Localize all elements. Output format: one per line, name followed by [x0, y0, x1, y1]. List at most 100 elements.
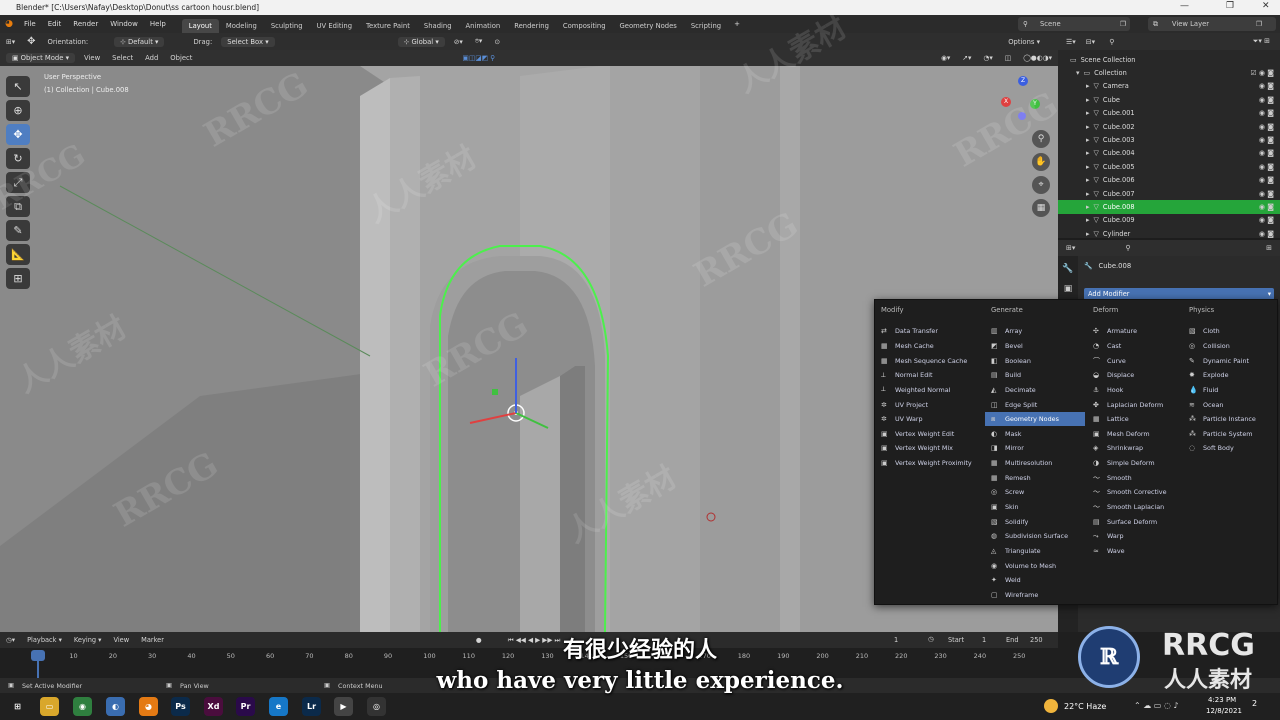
- select-menu[interactable]: Select: [106, 54, 139, 62]
- modifier-displace[interactable]: ◒ Displace: [1087, 368, 1181, 383]
- gizmo-z[interactable]: Z: [1018, 76, 1028, 86]
- proportional-icon[interactable]: ⊙: [488, 38, 506, 46]
- add-menu[interactable]: Add: [139, 54, 164, 62]
- file-explorer-app[interactable]: ▭: [40, 697, 59, 716]
- modifier-mesh-sequence-cache[interactable]: ▦ Mesh Sequence Cache: [875, 353, 981, 368]
- scene-collection-row[interactable]: ▭ Scene Collection: [1058, 53, 1280, 66]
- modifier-wave[interactable]: ≈ Wave: [1087, 544, 1181, 559]
- clock-date[interactable]: 12/8/2021: [1206, 707, 1242, 715]
- modifier-vertex-weight-edit[interactable]: ▣ Vertex Weight Edit: [875, 426, 981, 441]
- modifier-weighted-normal[interactable]: ⟂ Weighted Normal: [875, 383, 981, 398]
- modifier-normal-edit[interactable]: ⟂ Normal Edit: [875, 368, 981, 383]
- shading-icons[interactable]: ◯●◐◑▾: [1017, 54, 1058, 62]
- modifier-mask[interactable]: ◐ Mask: [985, 426, 1085, 441]
- eye-icon[interactable]: ◉ ◙: [1259, 230, 1274, 238]
- eye-icon[interactable]: ◉ ◙: [1259, 136, 1274, 144]
- expand-arrow-icon[interactable]: ▸: [1086, 149, 1090, 157]
- eye-icon[interactable]: ◉ ◙: [1259, 109, 1274, 117]
- modifier-screw[interactable]: ◎ Screw: [985, 485, 1085, 500]
- obs-app[interactable]: ◎: [367, 697, 386, 716]
- minimize-button[interactable]: —: [1180, 1, 1189, 11]
- tab-scripting[interactable]: Scripting: [684, 19, 728, 33]
- modifier-shrinkwrap[interactable]: ◈ Shrinkwrap: [1087, 441, 1181, 456]
- add-cube-tool[interactable]: ⊞: [6, 268, 30, 289]
- modifier-mesh-deform[interactable]: ▣ Mesh Deform: [1087, 426, 1181, 441]
- modifier-fluid[interactable]: 💧 Fluid: [1183, 383, 1275, 398]
- blender-app[interactable]: ◕: [139, 697, 158, 716]
- chrome-app[interactable]: ◉: [73, 697, 92, 716]
- modifier-edge-split[interactable]: ◫ Edge Split: [985, 397, 1085, 412]
- tab-rendering[interactable]: Rendering: [507, 19, 556, 33]
- modifier-solidify[interactable]: ▧ Solidify: [985, 514, 1085, 529]
- cursor-tool[interactable]: ⊕: [6, 100, 30, 121]
- maximize-button[interactable]: ❐: [1226, 1, 1234, 11]
- annotate-tool[interactable]: ✎: [6, 220, 30, 241]
- modifier-multiresolution[interactable]: ▦ Multiresolution: [985, 456, 1085, 471]
- eye-icon[interactable]: ◉ ◙: [1259, 176, 1274, 184]
- copy-icon[interactable]: ❐: [1256, 20, 1262, 28]
- edge-app[interactable]: e: [269, 697, 288, 716]
- modifier-uv-warp[interactable]: ✲ UV Warp: [875, 412, 981, 427]
- select-box-tool[interactable]: ↖: [6, 76, 30, 97]
- eye-icon[interactable]: ◉ ◙: [1259, 163, 1274, 171]
- outliner-item[interactable]: ▸ ▽ Cube.008 ◉ ◙: [1058, 200, 1280, 214]
- expand-arrow-icon[interactable]: ▸: [1086, 176, 1090, 184]
- expand-arrow-icon[interactable]: ▸: [1086, 190, 1090, 198]
- modifier-particle-instance[interactable]: ⁂ Particle Instance: [1183, 412, 1275, 427]
- modifier-triangulate[interactable]: ◬ Triangulate: [985, 544, 1085, 559]
- expand-arrow-icon[interactable]: ▸: [1086, 230, 1090, 238]
- modifier-remesh[interactable]: ▦ Remesh: [985, 470, 1085, 485]
- modifier-smooth-corrective[interactable]: 〜 Smooth Corrective: [1087, 485, 1181, 500]
- menu-window[interactable]: Window: [104, 20, 144, 28]
- modifier-mesh-cache[interactable]: ▦ Mesh Cache: [875, 339, 981, 354]
- view-layer-selector[interactable]: ⧉ View Layer ❐: [1148, 17, 1276, 31]
- expand-arrow-icon[interactable]: ▸: [1086, 136, 1090, 144]
- tab-animation[interactable]: Animation: [459, 19, 508, 33]
- outliner-item[interactable]: ▸ ▽ Cube.001 ◉ ◙: [1058, 107, 1280, 120]
- modifier-ocean[interactable]: ≋ Ocean: [1183, 397, 1275, 412]
- pivot-icon[interactable]: ⊘▾: [448, 38, 469, 46]
- modifier-skin[interactable]: ▣ Skin: [985, 500, 1085, 515]
- expand-icon[interactable]: ⊞: [1266, 244, 1272, 252]
- add-workspace-button[interactable]: +: [728, 20, 746, 28]
- eye-icon[interactable]: ◉ ◙: [1259, 216, 1274, 224]
- modifier-curve[interactable]: ⌒ Curve: [1087, 353, 1181, 368]
- menu-render[interactable]: Render: [67, 20, 104, 28]
- render-tab-icon[interactable]: ▣: [1058, 284, 1078, 294]
- weather-text[interactable]: 22°C Haze: [1064, 702, 1106, 711]
- expand-arrow-icon[interactable]: ▸: [1086, 216, 1090, 224]
- modifier-uv-project[interactable]: ✲ UV Project: [875, 397, 981, 412]
- eye-icon[interactable]: ◉ ◙: [1259, 82, 1274, 90]
- tab-modeling[interactable]: Modeling: [219, 19, 264, 33]
- collection-row[interactable]: ▾ ▭ Collection ☑ ◉ ◙: [1058, 66, 1280, 79]
- start-button[interactable]: ⊞: [8, 697, 27, 716]
- modifier-warp[interactable]: ⤳ Warp: [1087, 529, 1181, 544]
- outliner-item[interactable]: ▸ ▽ Cylinder ◉ ◙: [1058, 227, 1280, 240]
- modifier-boolean[interactable]: ◧ Boolean: [985, 353, 1085, 368]
- outliner-item[interactable]: ▸ ▽ Cube.003 ◉ ◙: [1058, 133, 1280, 146]
- expand-arrow-icon[interactable]: ▸: [1086, 163, 1090, 171]
- tab-uv-editing[interactable]: UV Editing: [310, 19, 359, 33]
- eye-icon[interactable]: ◉ ◙: [1259, 203, 1274, 211]
- modifier-mirror[interactable]: ◨ Mirror: [985, 441, 1085, 456]
- drag-dropdown[interactable]: Select Box ▾: [221, 36, 275, 47]
- expand-arrow-icon[interactable]: ▸: [1086, 82, 1090, 90]
- outliner-item[interactable]: ▸ ▽ Cube.006 ◉ ◙: [1058, 174, 1280, 187]
- clock-time[interactable]: 4:23 PM: [1208, 696, 1236, 704]
- modifier-vertex-weight-proximity[interactable]: ▣ Vertex Weight Proximity: [875, 456, 981, 471]
- xray-icon[interactable]: ◫: [999, 54, 1017, 62]
- tab-texture-paint[interactable]: Texture Paint: [359, 19, 417, 33]
- modifier-weld[interactable]: ✦ Weld: [985, 573, 1085, 588]
- orientation-dropdown[interactable]: ⊹ Default ▾: [114, 36, 165, 47]
- outliner-item[interactable]: ▸ ▽ Cube.004 ◉ ◙: [1058, 147, 1280, 160]
- overlay-icon[interactable]: ◔▾: [977, 54, 998, 62]
- pan-hand-icon[interactable]: ✋: [1032, 153, 1050, 171]
- menu-file[interactable]: File: [18, 20, 42, 28]
- media-app[interactable]: ▶: [334, 697, 353, 716]
- visibility-icon[interactable]: ◉▾: [935, 54, 956, 62]
- tray-icons[interactable]: ⌃ ☁ ▭ ◌ ♪: [1134, 701, 1179, 710]
- modifier-surface-deform[interactable]: ▤ Surface Deform: [1087, 514, 1181, 529]
- modifier-particle-system[interactable]: ⁂ Particle System: [1183, 426, 1275, 441]
- editor-type-icon[interactable]: ⊞▾: [0, 38, 21, 46]
- eye-icon[interactable]: ◉ ◙: [1259, 149, 1274, 157]
